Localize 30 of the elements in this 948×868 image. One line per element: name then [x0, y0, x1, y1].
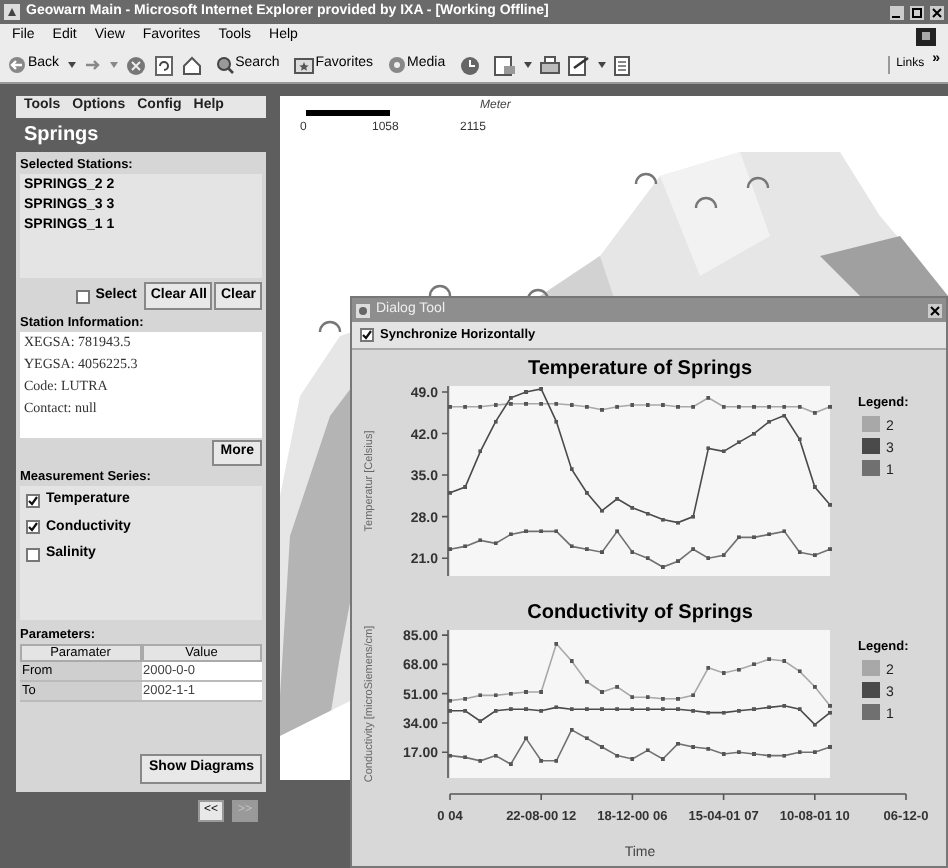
checkbox[interactable] — [26, 493, 40, 508]
maximize-icon[interactable] — [910, 5, 924, 19]
dropdown-caret-icon[interactable] — [523, 62, 532, 68]
print-icon[interactable] — [539, 55, 560, 75]
back-arrow-icon[interactable] — [8, 56, 26, 74]
close-icon[interactable] — [928, 303, 942, 317]
chart-title: Conductivity of Springs — [526, 602, 752, 624]
chart-title: Temperature of Springs — [526, 358, 752, 380]
search-icon[interactable] — [215, 56, 234, 74]
panel-title: Springs — [22, 122, 101, 150]
stop-icon[interactable] — [125, 55, 146, 75]
app-icon[interactable] — [356, 303, 370, 317]
minimize-icon[interactable] — [890, 5, 904, 19]
refresh-icon[interactable] — [153, 55, 174, 75]
dropdown-caret-icon[interactable] — [597, 62, 606, 68]
checkbox[interactable] — [360, 328, 374, 342]
star-folder-icon[interactable] — [293, 56, 314, 74]
edit-icon[interactable] — [567, 55, 590, 75]
close-icon[interactable] — [930, 5, 944, 19]
app-icon[interactable] — [4, 4, 20, 20]
checkbox[interactable] — [26, 547, 40, 562]
forward-arrow-icon[interactable] — [83, 56, 102, 74]
document-icon[interactable] — [613, 55, 630, 75]
media-icon[interactable] — [387, 56, 406, 74]
history-icon[interactable] — [459, 55, 480, 75]
checkbox[interactable] — [26, 520, 40, 535]
scale-bar — [306, 110, 390, 116]
home-icon[interactable] — [181, 55, 202, 75]
dropdown-caret-icon[interactable] — [67, 62, 76, 68]
checkbox[interactable] — [75, 289, 90, 303]
